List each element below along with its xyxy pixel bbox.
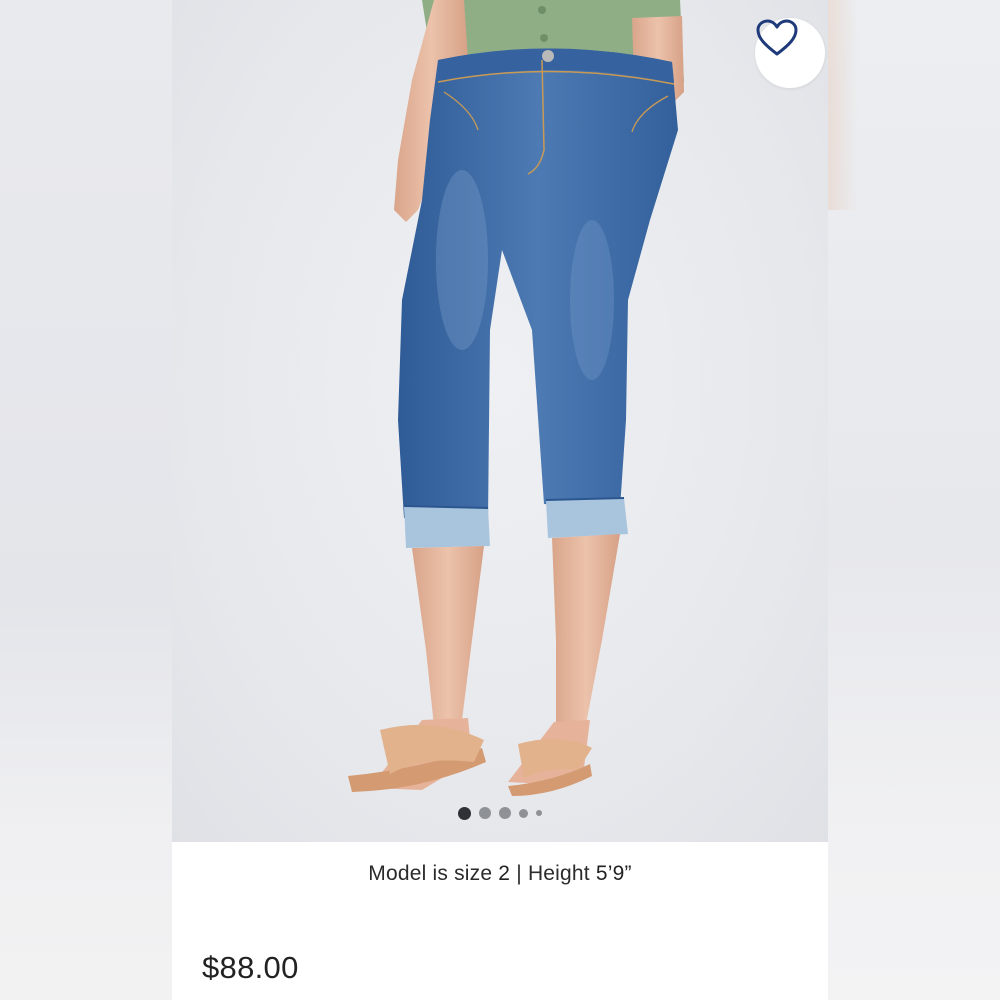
- background-blur-left: [0, 0, 172, 1000]
- product-photo-illustration: [348, 0, 684, 796]
- product-price: $88.00: [202, 950, 299, 985]
- model-size-info: Model is size 2 | Height 5’9”: [172, 862, 828, 886]
- gallery-dot-5[interactable]: [536, 810, 542, 816]
- gallery-pagination: [172, 806, 828, 820]
- heart-outline-icon: [756, 19, 798, 56]
- left-leg: [412, 546, 484, 726]
- model-height-label: Height: [527, 862, 590, 885]
- gallery-dot-4[interactable]: [519, 808, 528, 818]
- model-info-separator: |: [516, 862, 522, 885]
- model-size-value: 2: [498, 862, 511, 885]
- model-height-value: 5’9”: [595, 862, 632, 885]
- product-image[interactable]: [172, 0, 828, 842]
- gallery-dot-3[interactable]: [499, 807, 511, 819]
- background-tint: [828, 0, 858, 210]
- model-size-prefix: Model is size: [368, 862, 493, 885]
- background-blur-right: [828, 0, 1000, 1000]
- right-leg: [552, 534, 620, 728]
- gallery-dot-1[interactable]: [458, 806, 471, 820]
- favorite-button[interactable]: [755, 18, 825, 88]
- product-card: Model is size 2 | Height 5’9” $88.00: [172, 0, 828, 1000]
- right-cuff: [546, 498, 628, 538]
- gallery-dot-2[interactable]: [479, 807, 491, 819]
- left-cuff: [404, 506, 490, 548]
